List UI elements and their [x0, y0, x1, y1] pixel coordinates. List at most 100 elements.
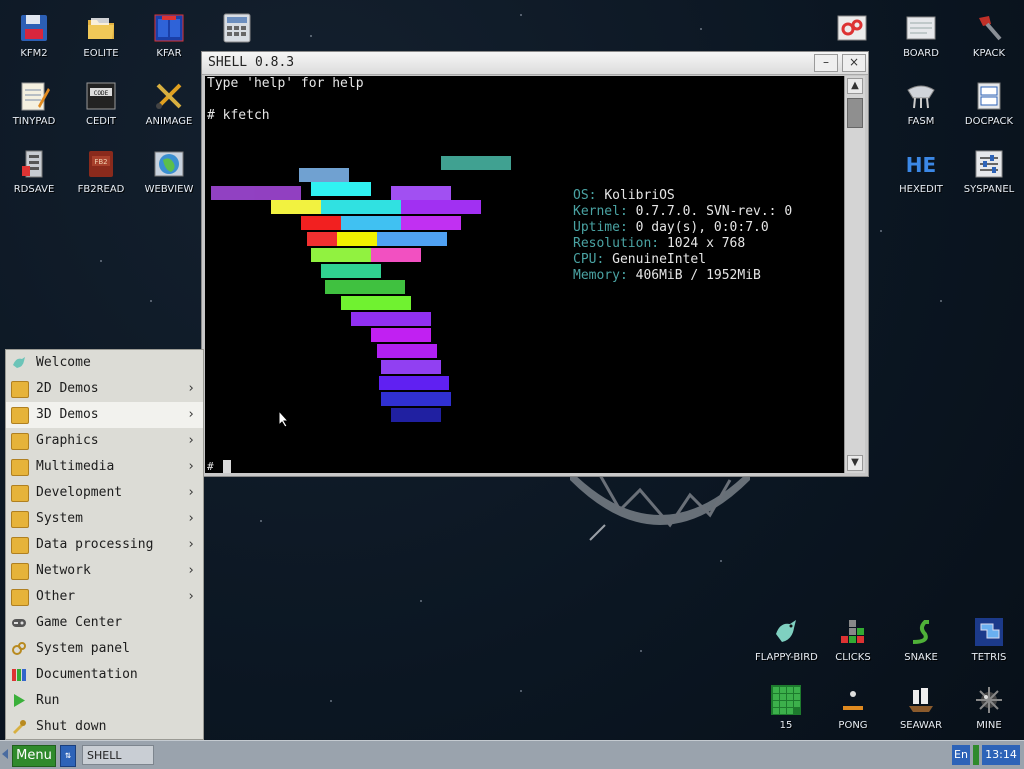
- fifteen-shortcut[interactable]: 15: [755, 676, 817, 738]
- menu-item-other[interactable]: Other ›: [6, 584, 203, 610]
- scroll-thumb[interactable]: [847, 98, 863, 128]
- ship-icon: [909, 688, 933, 712]
- hammer-icon: [979, 16, 1002, 41]
- board-icon: [906, 16, 936, 40]
- kfetch-memory: Memory: 406MiB / 1952MiB: [573, 268, 761, 283]
- scroll-up-icon[interactable]: ▲: [847, 78, 863, 94]
- kfetch-os: OS: KolibriOS: [573, 188, 675, 203]
- menu-item-label: Other: [36, 589, 76, 604]
- hexedit-shortcut[interactable]: HE HEXEDIT: [891, 140, 951, 202]
- tetris-icon: [975, 618, 1003, 646]
- tetris-shortcut[interactable]: TETRIS: [959, 608, 1019, 670]
- chevron-right-icon: ›: [187, 537, 195, 552]
- menu-item-label: System: [36, 511, 83, 526]
- seawar-shortcut[interactable]: SEAWAR: [891, 676, 951, 738]
- menu-item-multimedia[interactable]: Multimedia ›: [6, 454, 203, 480]
- rdsave-icon: [22, 150, 43, 178]
- pong-icon: [843, 691, 863, 710]
- menu-item-game-center[interactable]: Game Center: [6, 610, 203, 636]
- snake-shortcut[interactable]: SNAKE: [891, 608, 951, 670]
- menu-item-documentation[interactable]: Documentation: [6, 662, 203, 688]
- menu-button[interactable]: Menu: [12, 745, 56, 767]
- pong-shortcut[interactable]: PONG: [823, 676, 883, 738]
- rdsave-shortcut[interactable]: RDSAVE: [4, 140, 64, 202]
- icon-label: 15: [779, 720, 793, 731]
- icon-label: SNAKE: [904, 652, 938, 663]
- info-value: 0.7.7.0. SVN-rev.: 0: [635, 204, 793, 219]
- minimize-button[interactable]: –: [814, 54, 838, 72]
- kpack-shortcut[interactable]: KPACK: [959, 4, 1019, 66]
- menu-item-label: 3D Demos: [36, 407, 99, 422]
- menu-item-system[interactable]: System ›: [6, 506, 203, 532]
- close-button[interactable]: ×: [842, 54, 866, 72]
- start-menu[interactable]: Welcome 2D Demos › 3D Demos › Graphics ›…: [5, 349, 204, 740]
- board-shortcut[interactable]: BOARD: [891, 4, 951, 66]
- menu-item-graphics[interactable]: Graphics ›: [6, 428, 203, 454]
- menu-item-development[interactable]: Development ›: [6, 480, 203, 506]
- menu-item-2d-demos[interactable]: 2D Demos ›: [6, 376, 203, 402]
- shell-window[interactable]: SHELL 0.8.3 – × Type 'help' for help # k…: [201, 51, 869, 477]
- cedit-shortcut[interactable]: CODE CEDIT: [71, 72, 131, 134]
- menu-item-label: Development: [36, 485, 123, 500]
- calculator-shortcut[interactable]: [207, 4, 267, 46]
- kfm2-shortcut[interactable]: KFM2: [4, 4, 64, 66]
- books-icon: [12, 669, 26, 681]
- terminal-output[interactable]: Type 'help' for help # kfetch OS: Kolibr…: [205, 76, 846, 473]
- menu-item-label: Run: [36, 693, 60, 708]
- star: [880, 230, 882, 232]
- icon-label: KPACK: [972, 48, 1006, 59]
- scroll-down-icon[interactable]: ▼: [847, 455, 863, 471]
- tinypad-shortcut[interactable]: TINYPAD: [4, 72, 64, 134]
- kfetch-kernel: Kernel: 0.7.7.0. SVN-rev.: 0: [573, 204, 793, 219]
- grid15-icon: [771, 685, 801, 715]
- kfetch-uptime: Uptime: 0 day(s), 0:0:7.0: [573, 220, 769, 235]
- icon-label: HEXEDIT: [899, 184, 943, 195]
- docpack-shortcut[interactable]: DOCPACK: [959, 72, 1019, 134]
- fasm-shortcut[interactable]: FASM: [891, 72, 951, 134]
- svg-text:FB2: FB2: [94, 158, 107, 166]
- window-switch-icon[interactable]: ⇅: [60, 745, 76, 767]
- menu-item-shut-down[interactable]: Shut down: [6, 714, 203, 740]
- menu-item-network[interactable]: Network ›: [6, 558, 203, 584]
- chevron-right-icon: ›: [187, 511, 195, 526]
- menu-item-label: Game Center: [36, 615, 123, 630]
- gears-shortcut[interactable]: [822, 4, 882, 46]
- shell-titlebar[interactable]: SHELL 0.8.3 – ×: [202, 52, 868, 75]
- folder-icon: [11, 407, 29, 424]
- menu-item-label: Documentation: [36, 667, 138, 682]
- webview-shortcut[interactable]: WEBVIEW: [139, 140, 199, 202]
- menu-item-system-panel[interactable]: System panel: [6, 636, 203, 662]
- clicks-shortcut[interactable]: CLICKS: [823, 608, 883, 670]
- info-key: Resolution: [573, 236, 652, 251]
- book-icon: FB2: [89, 151, 113, 177]
- fb2read-shortcut[interactable]: FB2 FB2READ: [71, 140, 131, 202]
- menu-item-welcome[interactable]: Welcome: [6, 350, 203, 376]
- menu-item-run[interactable]: Run: [6, 688, 203, 714]
- menu-item-data-processing[interactable]: Data processing ›: [6, 532, 203, 558]
- menu-item-3d-demos[interactable]: 3D Demos ›: [6, 402, 203, 428]
- icon-label: CLICKS: [835, 652, 871, 663]
- flappy-bird-shortcut[interactable]: FLAPPY-BIRD: [755, 608, 818, 670]
- clock[interactable]: 13:14: [982, 745, 1020, 765]
- gears-icon: [837, 15, 867, 41]
- syspanel-shortcut[interactable]: SYSPANEL: [959, 140, 1019, 202]
- info-value: KolibriOS: [604, 188, 675, 203]
- taskbar-item-shell[interactable]: SHELL: [82, 745, 154, 765]
- hex-icon: HE: [906, 153, 936, 177]
- eolite-shortcut[interactable]: EOLITE: [71, 4, 131, 66]
- play-icon: [14, 694, 25, 707]
- animage-shortcut[interactable]: ANIMAGE: [139, 72, 199, 134]
- mine-shortcut[interactable]: MINE: [959, 676, 1019, 738]
- star: [700, 28, 702, 30]
- kfar-shortcut[interactable]: KFAR: [139, 4, 199, 66]
- scrollbar[interactable]: ▲ ▼: [844, 76, 865, 473]
- icon-label: WEBVIEW: [144, 184, 194, 195]
- arrow-left-icon[interactable]: [2, 749, 8, 759]
- power-icon: [13, 720, 26, 734]
- star: [720, 560, 722, 562]
- star: [310, 35, 312, 37]
- language-indicator[interactable]: En: [952, 745, 970, 765]
- info-value: 0 day(s), 0:0:7.0: [635, 220, 769, 235]
- star: [520, 14, 522, 16]
- menu-item-label: Data processing: [36, 537, 154, 552]
